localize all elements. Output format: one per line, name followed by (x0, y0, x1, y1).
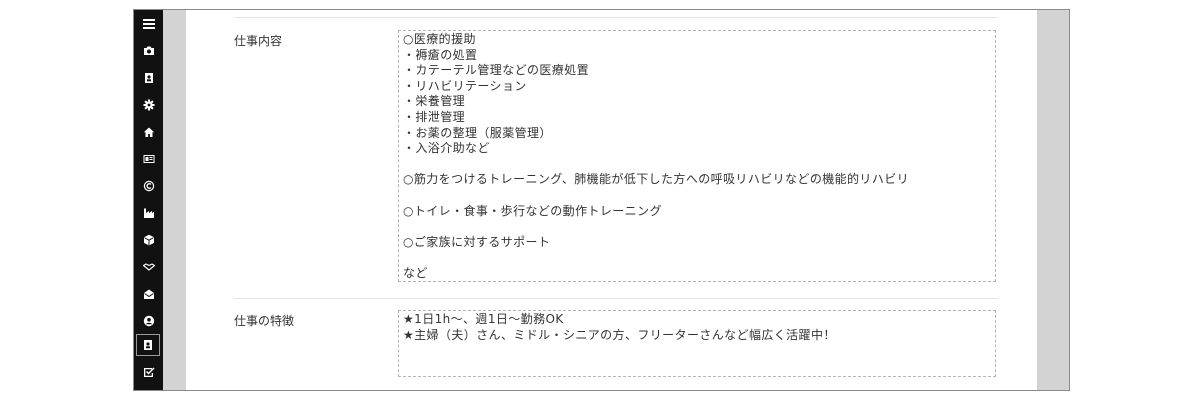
job-description-label: 仕事内容 (234, 34, 283, 48)
text-line: ・リハビリテーション (403, 78, 527, 93)
gear-icon[interactable] (134, 94, 163, 116)
text-line: ・褥瘡の処置 (403, 47, 478, 62)
id-card-icon[interactable] (134, 148, 163, 170)
text-line: など (403, 265, 428, 280)
user-circle-icon[interactable] (134, 310, 163, 332)
text-line: ・お薬の整理（服薬管理） (403, 125, 552, 140)
text-line: ★1日1h～、週1日～勤務OK (403, 312, 564, 326)
text-line: ・栄養管理 (403, 94, 466, 109)
handshake-icon[interactable] (134, 256, 163, 278)
contact-card-icon[interactable] (136, 334, 160, 356)
home-icon[interactable] (134, 121, 163, 143)
sidebar (134, 10, 163, 390)
camera-icon[interactable] (134, 40, 163, 62)
app-window: 仕事内容 ○医療的援助 ・褥瘡の処置 ・カテーテル管理などの医療処置 ・リハビリテーシ… (133, 9, 1070, 391)
divider (234, 17, 998, 18)
text-line (403, 188, 991, 204)
text-line: ・入浴介助など (403, 141, 490, 156)
cube-icon[interactable] (134, 229, 163, 251)
job-features-label: 仕事の特徴 (234, 314, 295, 328)
text-line: ・カテーテル管理などの医療処置 (403, 63, 590, 78)
text-line: ○医療的援助 (403, 32, 476, 46)
text-line: ★主婦（夫）さん、ミドル・シニアの方、フリーターさんなど幅広く活躍中！ (403, 327, 836, 342)
envelope-open-icon[interactable] (134, 283, 163, 305)
menu-icon[interactable] (134, 13, 163, 35)
copyright-icon[interactable] (134, 175, 163, 197)
divider (234, 298, 998, 299)
text-line: ・排泄管理 (403, 109, 466, 124)
text-line (403, 157, 991, 173)
text-line (403, 219, 991, 235)
job-description-field[interactable]: ○医療的援助 ・褥瘡の処置 ・カテーテル管理などの医療処置 ・リハビリテーション ・栄養… (398, 30, 996, 282)
contact-book-icon[interactable] (134, 67, 163, 89)
text-line (403, 250, 991, 266)
checkbox-icon[interactable] (134, 361, 163, 383)
main-content: 仕事内容 ○医療的援助 ・褥瘡の処置 ・カテーテル管理などの医療処置 ・リハビリテーシ… (186, 10, 1037, 390)
factory-icon[interactable] (134, 202, 163, 224)
job-features-field[interactable]: ★1日1h～、週1日～勤務OK ★主婦（夫）さん、ミドル・シニアの方、フリーターさ… (398, 310, 996, 377)
text-line: ○ご家族に対するサポート (403, 234, 551, 249)
text-line: ○トイレ・食事・歩行などの動作トレーニング (403, 203, 662, 218)
text-line: ○筋力をつけるトレーニング、肺機能が低下した方への呼吸リハビリなどの機能的リハビ… (403, 172, 910, 187)
